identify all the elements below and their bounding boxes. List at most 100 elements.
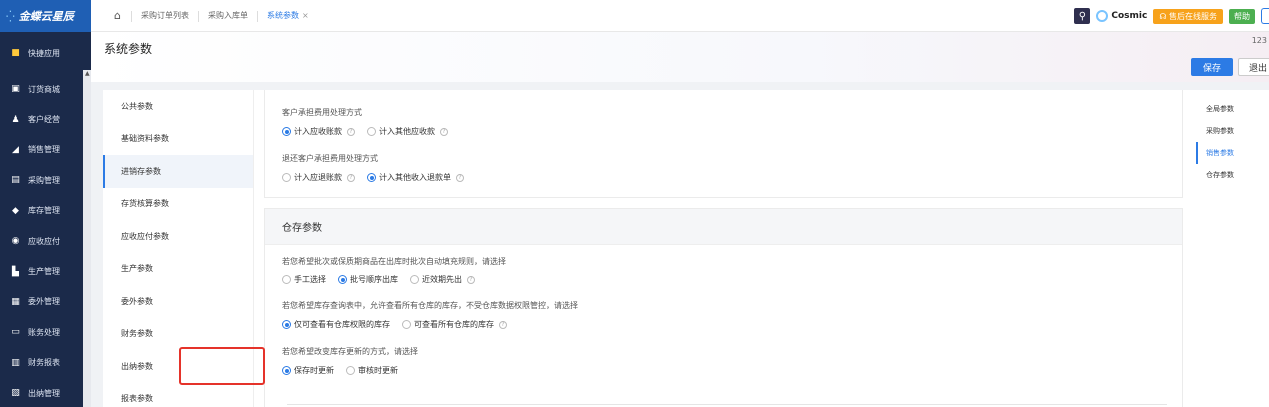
nav-item-outsource-params[interactable]: 委外参数 — [103, 285, 253, 318]
option-label: 近效期先出 — [422, 275, 462, 284]
stock-query-option-all[interactable]: 可查看所有仓库的库存? — [402, 319, 507, 330]
sidebar-item-quick-apps[interactable]: ■ 快捷应用 — [0, 32, 91, 74]
help-icon[interactable]: ? — [456, 173, 464, 182]
tab-purchase-inbound[interactable]: 采购入库单 — [199, 0, 257, 32]
radio-unchecked[interactable] — [402, 320, 411, 329]
search-icon[interactable]: ⚲ — [1074, 8, 1091, 24]
customer-fee-label: 客户承担费用处理方式 — [282, 108, 362, 117]
nav-item-public-params[interactable]: 公共参数 — [103, 90, 253, 123]
help-icon[interactable]: ? — [440, 127, 448, 136]
nav-item-inventory-accounting-params[interactable]: 存货核算参数 — [103, 188, 253, 221]
page-title: 系统参数 — [104, 42, 153, 56]
main-panel: 公共参数 基础资料参数 进销存参数 存货核算参数 应收应付参数 生产参数 委外参… — [103, 90, 1197, 407]
anchor-item-purchase[interactable]: 采购参数 — [1196, 120, 1269, 142]
sidebar-item-label: 订货商城 — [28, 84, 60, 94]
radio-checked[interactable] — [338, 275, 347, 284]
help-button[interactable]: 帮助 — [1229, 8, 1255, 24]
sidebar-item-customers[interactable]: ♟ 客户经营 — [0, 104, 91, 134]
option-label: 手工选择 — [294, 275, 326, 284]
batch-rule-option-near-expiry[interactable]: 近效期先出? — [410, 274, 475, 285]
save-button[interactable]: 保存 — [1191, 58, 1233, 76]
sidebar-item-accounting[interactable]: ▭ 账务处理 — [0, 317, 91, 347]
batch-rule-option-batch-order[interactable]: 批号顺序出库 — [338, 274, 398, 285]
option-label: 计入应收账款 — [294, 127, 342, 136]
nav-item-psi-params[interactable]: 进销存参数 — [103, 155, 253, 188]
anchor-nav: 全局参数 采购参数 销售参数 仓存参数 — [1196, 90, 1269, 407]
nav-item-report-params[interactable]: 报表参数 — [103, 383, 253, 407]
stock-update-option-on-save[interactable]: 保存时更新 — [282, 365, 334, 376]
sidebar-item-label: 出纳管理 — [28, 388, 60, 398]
sidebar-item-reports[interactable]: ▥ 财务报表 — [0, 348, 91, 378]
logo[interactable]: ⁛ 金蝶云星辰 — [0, 0, 91, 32]
sidebar-scrollbar[interactable] — [83, 70, 91, 407]
sidebar-item-label: 销售管理 — [28, 145, 60, 155]
sidebar: ■ 快捷应用 ▣ 订货商城 ♟ 客户经营 ◢ 销售管理 ▤ 采购管理 ◆ 库存管理 ◉ 应收应… — [0, 32, 91, 407]
nav-item-production-params[interactable]: 生产参数 — [103, 253, 253, 286]
sidebar-item-purchase[interactable]: ▤ 采购管理 — [0, 165, 91, 195]
logo-icon: ⁛ — [6, 9, 15, 23]
report-icon: ▥ — [11, 357, 20, 368]
radio-unchecked[interactable] — [410, 275, 419, 284]
batch-rule-label: 若您希望批次或保质期商品在出库时批次自动填充规则，请选择 — [282, 257, 506, 266]
option-label: 计入其他应收款 — [379, 127, 435, 136]
refund-fee-option-refund-account[interactable]: 计入应退账款? — [282, 172, 355, 183]
sidebar-item-label: 应收应付 — [28, 236, 60, 246]
anchor-item-global[interactable]: 全局参数 — [1196, 98, 1269, 120]
after-sales-service-button[interactable]: ☊ 售后在线服务 — [1153, 8, 1223, 24]
nav-item-finance-params[interactable]: 财务参数 — [103, 318, 253, 351]
sidebar-item-receivable[interactable]: ◉ 应收应付 — [0, 226, 91, 256]
option-label: 仅可查看有仓库权限的库存 — [294, 320, 390, 329]
sidebar-item-label: 快捷应用 — [28, 48, 60, 58]
sidebar-item-inventory[interactable]: ◆ 库存管理 — [0, 196, 91, 226]
tab-purchase-order-list[interactable]: 采购订单列表 — [132, 0, 198, 32]
sidebar-item-label: 账务处理 — [28, 327, 60, 337]
cosmic-button[interactable]: Cosmic — [1096, 10, 1147, 22]
option-label: 审核时更新 — [358, 366, 398, 375]
radio-checked[interactable] — [282, 366, 291, 375]
help-icon[interactable]: ? — [347, 127, 355, 136]
radio-checked[interactable] — [282, 320, 291, 329]
tab-system-params[interactable]: 系统参数 × — [258, 0, 318, 32]
anchor-item-sales[interactable]: 销售参数 — [1196, 142, 1269, 164]
option-label: 保存时更新 — [294, 366, 334, 375]
sidebar-item-label: 库存管理 — [28, 206, 60, 216]
sidebar-item-label: 委外管理 — [28, 297, 60, 307]
customer-fee-option-other-receivable[interactable]: 计入其他应收款? — [367, 126, 448, 137]
nav-item-basic-data-params[interactable]: 基础资料参数 — [103, 123, 253, 156]
scroll-up-icon[interactable]: ▲ — [85, 70, 90, 77]
stock-update-option-on-audit[interactable]: 审核时更新 — [346, 365, 398, 376]
batch-rule-option-manual[interactable]: 手工选择 — [282, 274, 326, 285]
logo-text: 金蝶云星辰 — [18, 10, 74, 23]
sidebar-item-label: 生产管理 — [28, 267, 60, 277]
exit-button[interactable]: 退出 — [1238, 58, 1269, 76]
radio-checked[interactable] — [367, 173, 376, 182]
radio-checked[interactable] — [282, 127, 291, 136]
anchor-item-warehouse[interactable]: 仓存参数 — [1196, 164, 1269, 186]
sidebar-item-production[interactable]: ▙ 生产管理 — [0, 256, 91, 286]
help-icon[interactable]: ? — [347, 173, 355, 182]
radio-unchecked[interactable] — [367, 127, 376, 136]
close-icon[interactable]: × — [302, 11, 309, 20]
top-bar: ⁛ 金蝶云星辰 ⌂ 采购订单列表 采购入库单 系统参数 × ⚲ Cosmic ☊ … — [0, 0, 1269, 32]
headset-icon: ☊ — [1159, 11, 1167, 21]
sidebar-item-sales[interactable]: ◢ 销售管理 — [0, 135, 91, 165]
radio-unchecked[interactable] — [282, 275, 291, 284]
sidebar-item-cashier[interactable]: ▧ 出纳管理 — [0, 378, 91, 407]
radio-unchecked[interactable] — [346, 366, 355, 375]
partial-button[interactable] — [1261, 8, 1269, 24]
sidebar-item-outsource[interactable]: ▦ 委外管理 — [0, 287, 91, 317]
page-header: 系统参数 123 保存 退出 — [91, 32, 1269, 82]
customer-fee-options: 计入应收账款? 计入其他应收款? — [282, 126, 448, 137]
refund-fee-option-other-income[interactable]: 计入其他收入退款单? — [367, 172, 464, 183]
option-label: 计入其他收入退款单 — [379, 173, 451, 182]
home-tab[interactable]: ⌂ — [104, 0, 131, 32]
sidebar-item-mall[interactable]: ▣ 订货商城 — [0, 74, 91, 104]
customer-fee-option-receivable[interactable]: 计入应收账款? — [282, 126, 355, 137]
help-icon[interactable]: ? — [499, 320, 507, 329]
sales-icon: ◢ — [12, 144, 19, 155]
help-icon[interactable]: ? — [467, 275, 475, 284]
stock-query-option-permitted[interactable]: 仅可查看有仓库权限的库存 — [282, 319, 390, 330]
service-label: 售后在线服务 — [1169, 11, 1217, 21]
radio-unchecked[interactable] — [282, 173, 291, 182]
nav-item-ar-ap-params[interactable]: 应收应付参数 — [103, 220, 253, 253]
